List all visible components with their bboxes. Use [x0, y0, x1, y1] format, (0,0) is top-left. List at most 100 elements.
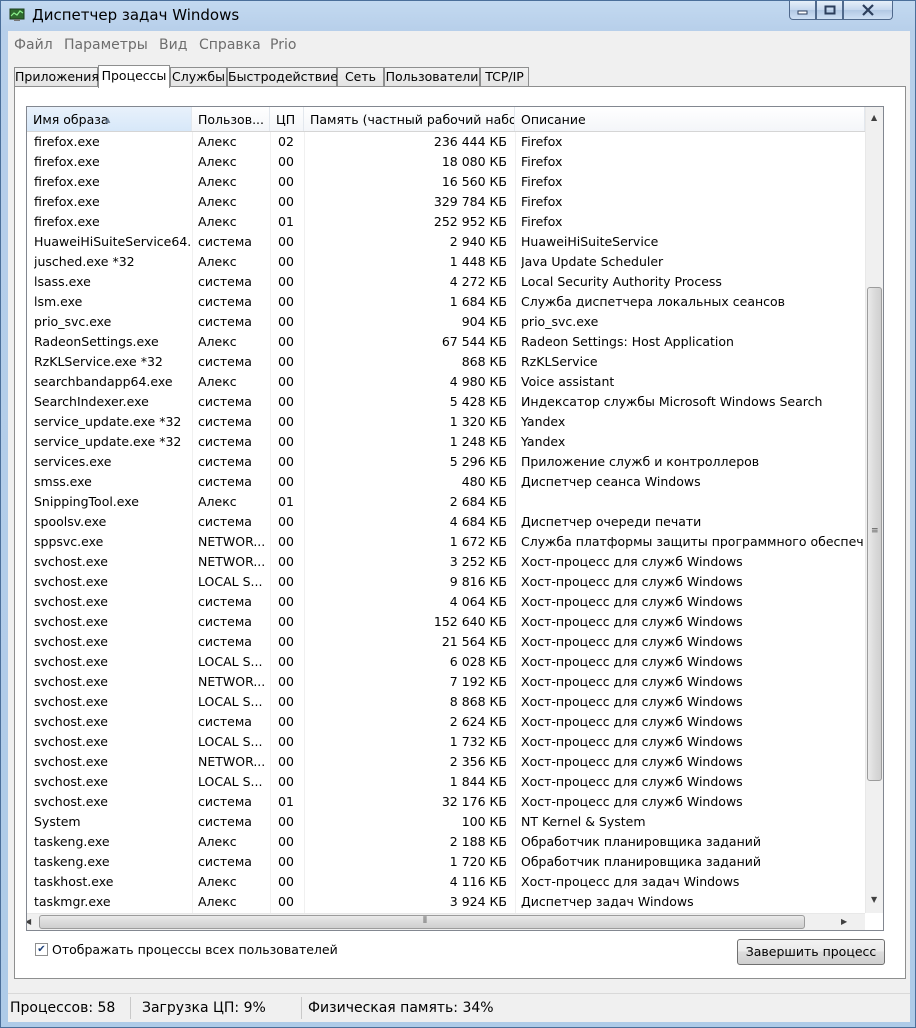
table-row[interactable]: SearchIndexer.exe система 00 5 428 КБ Индекс…: [27, 392, 865, 412]
process-list[interactable]: Имя образа ▲ Пользов... ЦП Память (частн…: [26, 106, 884, 931]
table-row[interactable]: searchbandapp64.exe Алекс 00 4 980 КБ Voice …: [27, 372, 865, 392]
column-header-cpu[interactable]: ЦП: [270, 107, 304, 131]
scroll-up-icon[interactable]: ▲: [871, 113, 877, 122]
checkbox-checked-icon[interactable]: ✔: [35, 942, 48, 956]
table-row[interactable]: jusched.exe *32 Алекс 00 1 448 КБ Java Updat…: [27, 252, 865, 272]
end-process-button[interactable]: Завершить процесс: [737, 939, 885, 965]
table-row[interactable]: lsm.exe система 00 1 684 КБ Служба диспетчер…: [27, 292, 865, 312]
close-button[interactable]: [843, 1, 893, 20]
status-cpu-usage: Загрузка ЦП: 9%: [142, 1000, 266, 1016]
menu-file[interactable]: Файл: [14, 37, 53, 53]
process-description-cell: Firefox: [521, 194, 563, 209]
table-row[interactable]: taskhost.exe Алекс 00 4 116 КБ Хост-процесс …: [27, 872, 865, 892]
table-row[interactable]: RzKLService.exe *32 система 00 868 КБ RzKLSe…: [27, 352, 865, 372]
column-header-name[interactable]: Имя образа ▲: [27, 107, 192, 131]
show-all-users-checkbox[interactable]: ✔ Отображать процессы всех пользователей: [35, 941, 338, 957]
column-header-user[interactable]: Пользов...: [192, 107, 270, 131]
menu-prio[interactable]: Prio: [270, 37, 296, 53]
table-row[interactable]: services.exe система 00 5 296 КБ Приложение …: [27, 452, 865, 472]
table-row[interactable]: taskmgr.exe Алекс 00 3 924 КБ Диспетчер зада…: [27, 892, 865, 912]
horizontal-scroll-thumb[interactable]: ⦀: [39, 915, 805, 929]
table-row[interactable]: sppsvc.exe NETWOR... 00 1 672 КБ Служба плат…: [27, 532, 865, 552]
maximize-button[interactable]: [816, 1, 843, 20]
menu-options[interactable]: Параметры: [64, 37, 148, 53]
table-row[interactable]: lsass.exe система 00 4 272 КБ Local Security…: [27, 272, 865, 292]
process-user-cell: система: [198, 714, 252, 729]
table-row[interactable]: HuaweiHiSuiteService64.... система 00 2 940…: [27, 232, 865, 252]
table-row[interactable]: SnippingTool.exe Алекс 01 2 684 КБ: [27, 492, 865, 512]
tab-performance[interactable]: Быстродействие: [227, 67, 338, 87]
process-user-cell: система: [198, 234, 252, 249]
column-header-memory[interactable]: Память (частный рабочий набор): [304, 107, 515, 131]
process-name-cell: firefox.exe: [34, 154, 100, 169]
table-row[interactable]: svchost.exe система 01 32 176 КБ Хост-процес…: [27, 792, 865, 812]
minimize-icon: [797, 10, 808, 15]
tab-processes[interactable]: Процессы: [98, 65, 170, 88]
menu-view[interactable]: Вид: [159, 37, 187, 53]
tab-tcpip[interactable]: TCP/IP: [480, 67, 529, 87]
horizontal-scrollbar[interactable]: ◀ ⦀ ▶: [27, 913, 865, 930]
table-row[interactable]: firefox.exe Алекс 01 252 952 КБ Firefox: [27, 212, 865, 232]
scroll-down-icon[interactable]: ▼: [871, 895, 877, 904]
process-cpu-cell: 00: [278, 834, 294, 849]
process-memory-cell: 1 720 КБ: [449, 854, 507, 869]
table-row[interactable]: svchost.exe LOCAL S... 00 1 844 КБ Хост-проц…: [27, 772, 865, 792]
process-name-cell: prio_svc.exe: [34, 314, 112, 329]
vertical-scroll-thumb[interactable]: ≡: [867, 287, 882, 781]
table-row[interactable]: svchost.exe LOCAL S... 00 9 816 КБ Хост-проц…: [27, 572, 865, 592]
table-row[interactable]: svchost.exe LOCAL S... 00 6 028 КБ Хост-проц…: [27, 652, 865, 672]
table-row[interactable]: taskeng.exe система 00 1 720 КБ Обработчик п…: [27, 852, 865, 872]
process-user-cell: Алекс: [198, 134, 237, 149]
minimize-button[interactable]: [789, 1, 816, 20]
table-row[interactable]: svchost.exe LOCAL S... 00 8 868 КБ Хост-проц…: [27, 692, 865, 712]
table-row[interactable]: firefox.exe Алекс 00 16 560 КБ Firefox: [27, 172, 865, 192]
table-row[interactable]: svchost.exe NETWOR... 00 2 356 КБ Хост-проце…: [27, 752, 865, 772]
scroll-left-icon[interactable]: ◀: [27, 917, 31, 926]
process-memory-cell: 7 192 КБ: [449, 674, 507, 689]
table-row[interactable]: taskeng.exe Алекс 00 2 188 КБ Обработчик пла…: [27, 832, 865, 852]
process-memory-cell: 18 080 КБ: [441, 154, 507, 169]
tab-applications[interactable]: Приложения: [14, 67, 99, 87]
table-row[interactable]: service_update.exe *32 система 00 1 320 КБ Y…: [27, 412, 865, 432]
table-row[interactable]: svchost.exe LOCAL S... 00 1 732 КБ Хост-проц…: [27, 732, 865, 752]
process-name-cell: jusched.exe *32: [34, 254, 135, 269]
table-row[interactable]: firefox.exe Алекс 00 18 080 КБ Firefox: [27, 152, 865, 172]
process-description-cell: Java Update Scheduler: [521, 254, 664, 269]
table-row[interactable]: service_update.exe *32 система 00 1 248 КБ Y…: [27, 432, 865, 452]
table-row[interactable]: svchost.exe NETWOR... 00 3 252 КБ Хост-проце…: [27, 552, 865, 572]
tab-network[interactable]: Сеть: [337, 67, 384, 87]
process-user-cell: система: [198, 474, 252, 489]
column-header-description[interactable]: Описание: [515, 107, 865, 131]
show-all-users-label: Отображать процессы всех пользователей: [52, 941, 338, 957]
tab-users[interactable]: Пользователи: [384, 67, 480, 87]
table-row[interactable]: svchost.exe NETWOR... 00 7 192 КБ Хост-проце…: [27, 672, 865, 692]
vertical-scrollbar[interactable]: ▲ ≡ ▼: [865, 107, 883, 913]
process-memory-cell: 480 КБ: [461, 474, 507, 489]
menu-help[interactable]: Справка: [199, 37, 261, 53]
table-row[interactable]: svchost.exe система 00 4 064 КБ Хост-процесс…: [27, 592, 865, 612]
process-description-cell: Обработчик планировщика заданий: [521, 854, 761, 869]
process-memory-cell: 1 672 КБ: [449, 534, 507, 549]
table-row[interactable]: svchost.exe система 00 2 624 КБ Хост-процесс…: [27, 712, 865, 732]
table-row[interactable]: svchost.exe система 00 21 564 КБ Хост-процес…: [27, 632, 865, 652]
process-name-cell: spoolsv.exe: [34, 514, 107, 529]
table-row[interactable]: RadeonSettings.exe Алекс 00 67 544 КБ Radeon…: [27, 332, 865, 352]
process-user-cell: NETWOR...: [198, 534, 266, 549]
table-row[interactable]: prio_svc.exe система 00 904 КБ prio_svc.exe: [27, 312, 865, 332]
process-name-cell: svchost.exe: [34, 714, 108, 729]
scroll-right-icon[interactable]: ▶: [841, 917, 847, 926]
table-row[interactable]: firefox.exe Алекс 00 329 784 КБ Firefox: [27, 192, 865, 212]
process-user-cell: система: [198, 274, 252, 289]
title-bar[interactable]: Диспетчер задач Windows: [1, 1, 915, 31]
table-row[interactable]: System система 00 100 КБ NT Kernel & System: [27, 812, 865, 832]
process-cpu-cell: 00: [278, 334, 294, 349]
process-cpu-cell: 00: [278, 514, 294, 529]
process-cpu-cell: 00: [278, 454, 294, 469]
table-row[interactable]: spoolsv.exe система 00 4 684 КБ Диспетчер оч…: [27, 512, 865, 532]
table-row[interactable]: svchost.exe система 00 152 640 КБ Хост-проце…: [27, 612, 865, 632]
table-row[interactable]: smss.exe система 00 480 КБ Диспетчер сеанса …: [27, 472, 865, 492]
table-row[interactable]: firefox.exe Алекс 02 236 444 КБ Firefox: [27, 132, 865, 152]
process-description-cell: Диспетчер очереди печати: [521, 514, 702, 529]
process-user-cell: система: [198, 314, 252, 329]
tab-services[interactable]: Службы: [170, 67, 227, 87]
